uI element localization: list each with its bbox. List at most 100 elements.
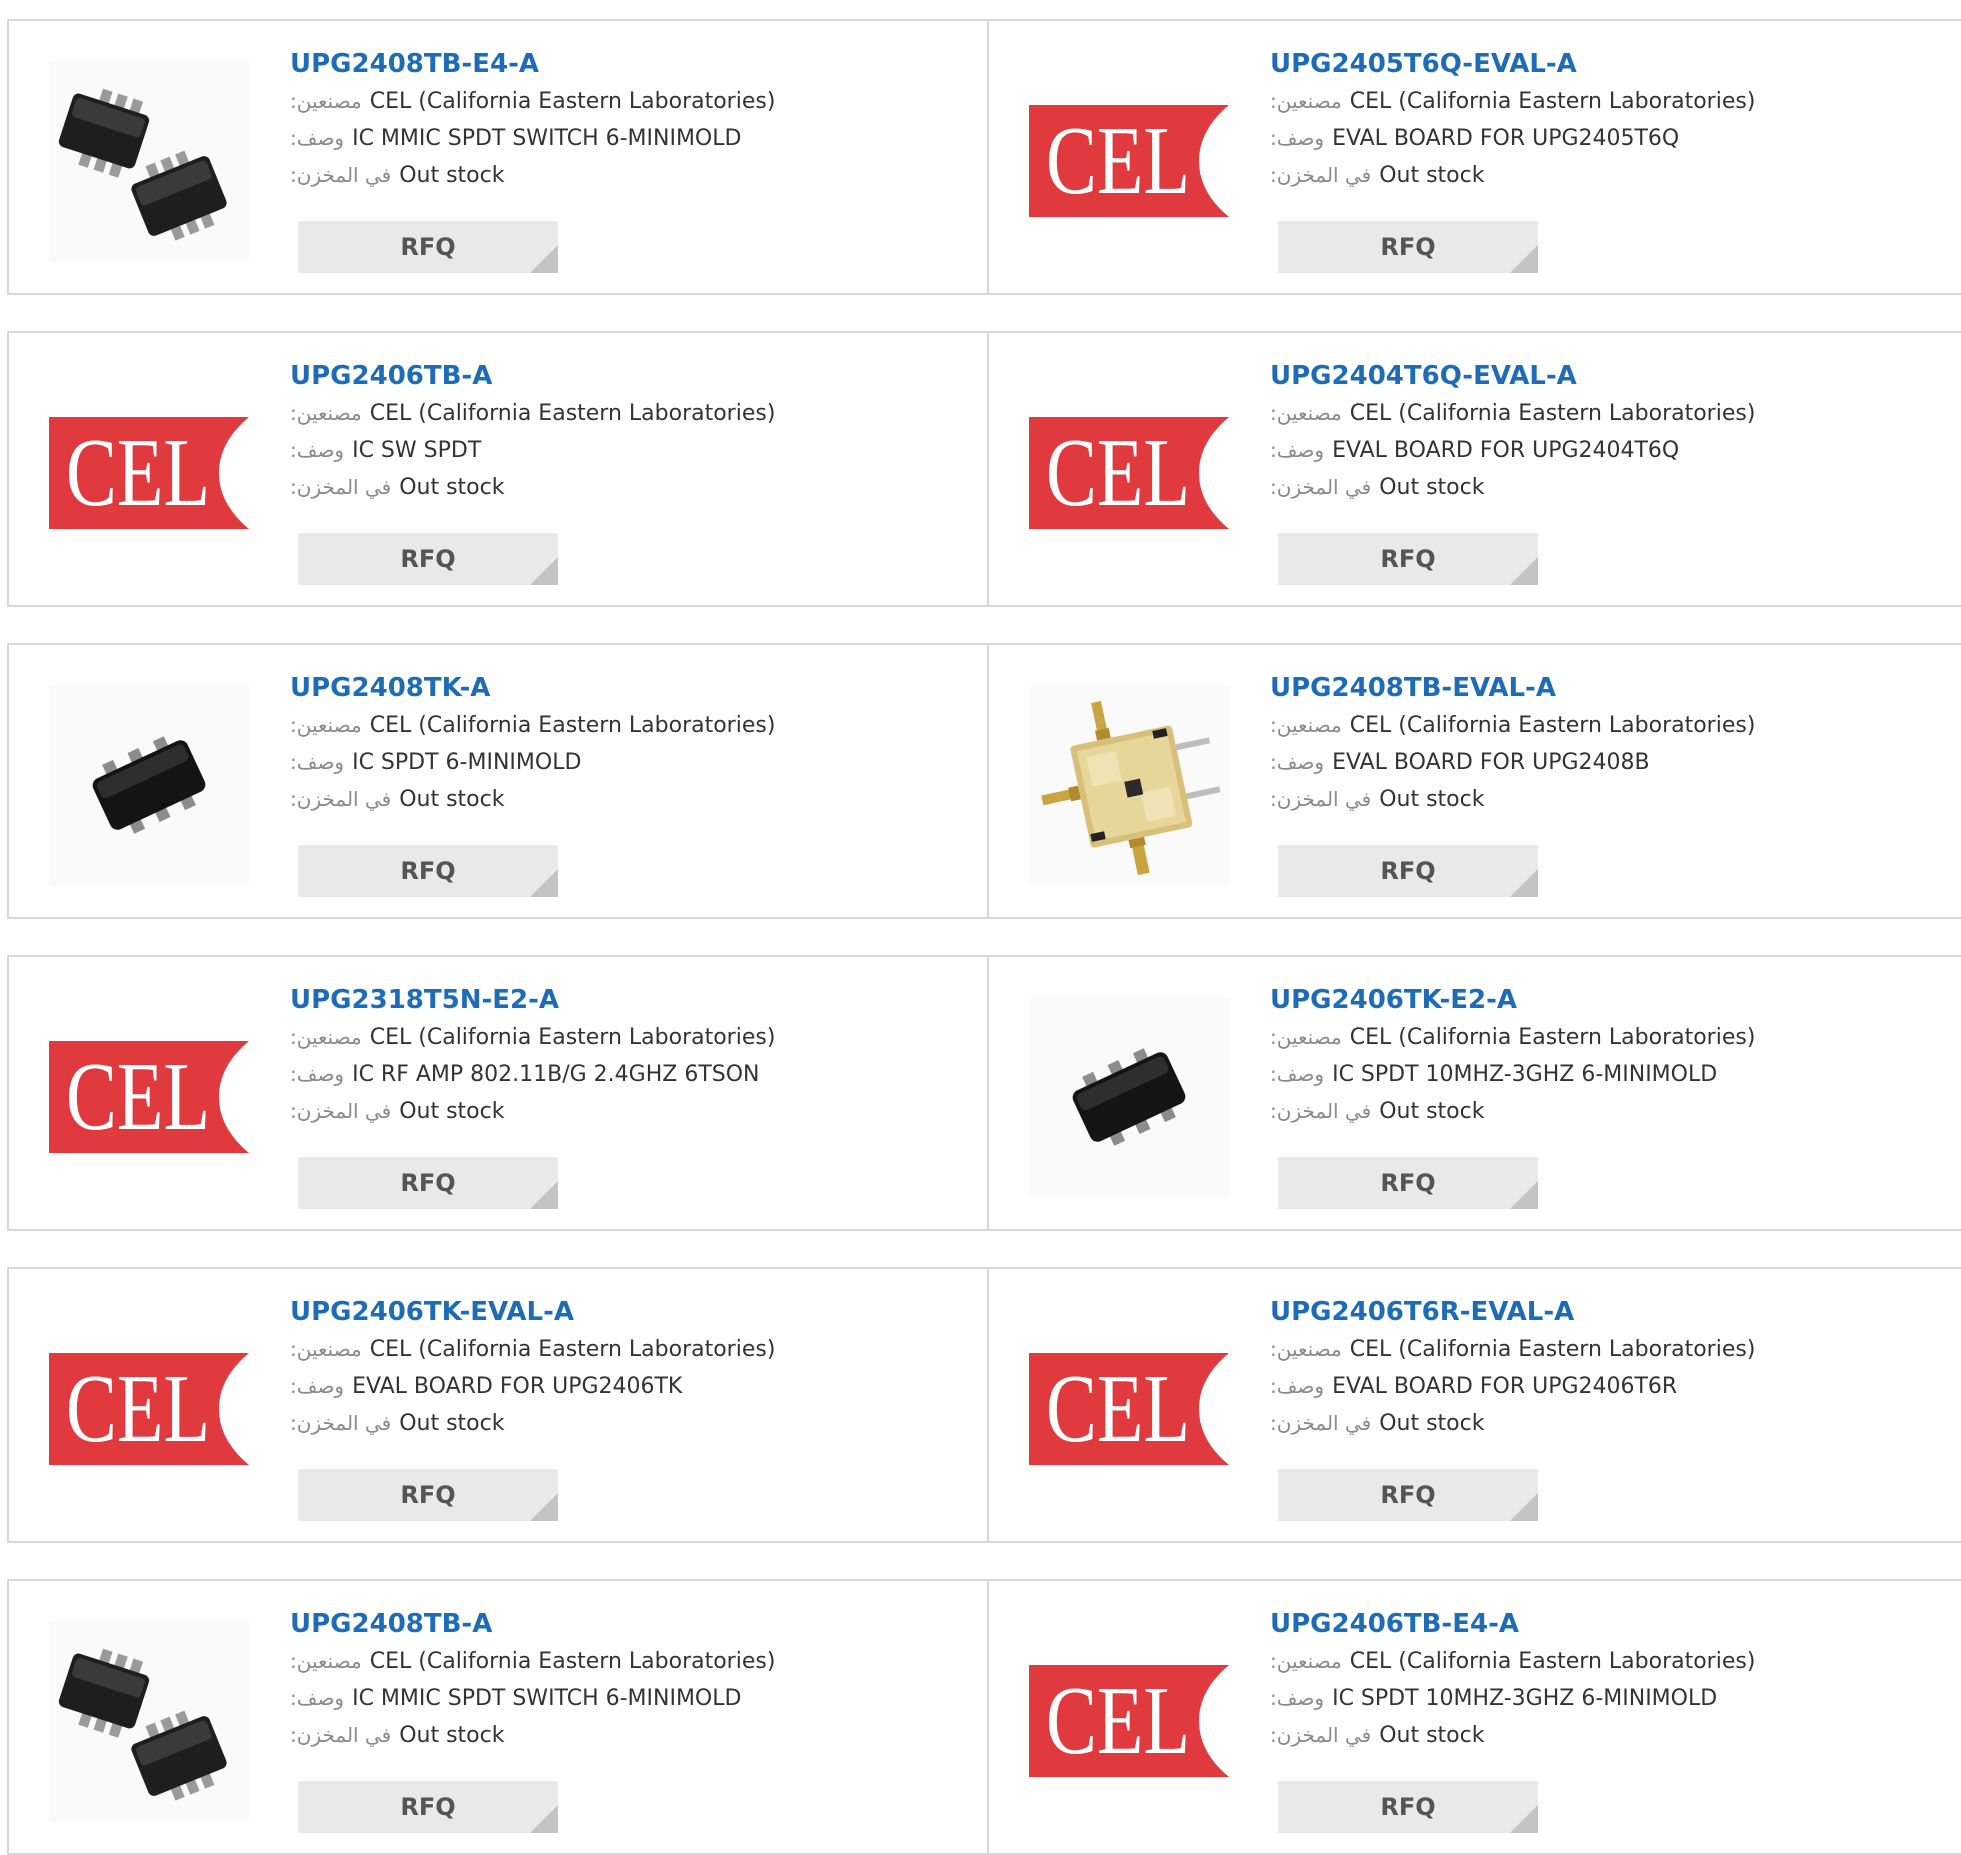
product-info: UPG2408TB-A :مصنعين CEL (California Easte… [290,1605,970,1754]
corner-fold-icon [1510,1805,1538,1833]
corner-fold-icon [1510,245,1538,273]
rfq-button[interactable]: RFQ [298,1469,558,1521]
manufacturer-label: :مصنعين [1270,89,1342,113]
part-number-link[interactable]: UPG2318T5N-E2-A [290,981,970,1019]
description-label: :وصف [290,750,345,774]
cel-logo-icon: CEL [1029,417,1229,529]
rfq-button[interactable]: RFQ [1278,533,1538,585]
description-label: :وصف [290,1062,345,1086]
part-number-link[interactable]: UPG2406T6R-EVAL-A [1270,1293,1950,1331]
rfq-label: RFQ [1380,233,1436,261]
stock-label: :في المخزن [1270,163,1372,187]
description-row: :وصف IC RF AMP 802.11B/G 2.4GHZ 6TSON [290,1056,970,1093]
stock-label: :في المخزن [290,475,392,499]
manufacturer-label: :مصنعين [290,713,362,737]
stock-value: Out stock [1379,1411,1485,1436]
description-label: :وصف [290,1374,345,1398]
description-label: :وصف [290,438,345,462]
rfq-button[interactable]: RFQ [1278,1157,1538,1209]
stock-row: :في المخزن Out stock [290,157,970,194]
description-value: EVAL BOARD FOR UPG2405T6Q [1332,126,1680,151]
rfq-button[interactable]: RFQ [298,533,558,585]
part-number-link[interactable]: UPG2406TK-EVAL-A [290,1293,970,1331]
product-image[interactable]: CEL [1029,373,1229,573]
part-number-link[interactable]: UPG2406TB-E4-A [1270,1605,1950,1643]
rfq-button[interactable]: RFQ [1278,1781,1538,1833]
description-value: IC RF AMP 802.11B/G 2.4GHZ 6TSON [352,1062,760,1087]
product-info: UPG2408TB-E4-A :مصنعين CEL (California Ea… [290,45,970,194]
product-image[interactable]: CEL [49,1309,249,1509]
part-number-link[interactable]: UPG2406TB-A [290,357,970,395]
manufacturer-row: :مصنعين CEL (California Eastern Laborator… [1270,1331,1950,1368]
stock-label: :في المخزن [1270,1099,1372,1123]
stock-value: Out stock [1379,787,1485,812]
rfq-label: RFQ [400,545,456,573]
product-image[interactable] [1029,685,1229,885]
rfq-button[interactable]: RFQ [298,1157,558,1209]
part-number-link[interactable]: UPG2405T6Q-EVAL-A [1270,45,1950,83]
stock-row: :في المخزن Out stock [1270,469,1950,506]
cel-logo-text: CEL [1045,1667,1191,1775]
manufacturer-row: :مصنعين CEL (California Eastern Laborator… [290,1331,970,1368]
cel-logo-icon: CEL [1029,1665,1229,1777]
corner-fold-icon [1510,1181,1538,1209]
manufacturer-row: :مصنعين CEL (California Eastern Laborator… [1270,1019,1950,1056]
rfq-button[interactable]: RFQ [1278,845,1538,897]
part-number-link[interactable]: UPG2404T6Q-EVAL-A [1270,357,1950,395]
product-image[interactable]: CEL [1029,61,1229,261]
description-row: :وصف IC MMIC SPDT SWITCH 6-MINIMOLD [290,120,970,157]
manufacturer-row: :مصنعين CEL (California Eastern Laborator… [290,395,970,432]
corner-fold-icon [530,1805,558,1833]
cel-logo-text: CEL [65,1355,211,1463]
rfq-button[interactable]: RFQ [1278,1469,1538,1521]
part-number-link[interactable]: UPG2408TB-E4-A [290,45,970,83]
rfq-label: RFQ [400,233,456,261]
product-image[interactable]: CEL [1029,1309,1229,1509]
part-number-link[interactable]: UPG2408TB-EVAL-A [1270,669,1950,707]
rfq-label: RFQ [1380,545,1436,573]
product-image[interactable]: CEL [1029,1621,1229,1821]
product-image[interactable] [49,685,249,885]
rfq-button[interactable]: RFQ [298,221,558,273]
part-number-link[interactable]: UPG2406TK-E2-A [1270,981,1950,1019]
cel-logo-icon: CEL [1029,105,1229,217]
manufacturer-value: CEL (California Eastern Laboratories) [369,1337,776,1362]
stock-row: :في المخزن Out stock [1270,1405,1950,1442]
stock-value: Out stock [399,163,505,188]
manufacturer-value: CEL (California Eastern Laboratories) [1349,1025,1756,1050]
part-number-link[interactable]: UPG2408TK-A [290,669,970,707]
part-number-link[interactable]: UPG2408TB-A [290,1605,970,1643]
stock-value: Out stock [399,787,505,812]
cel-logo-text: CEL [65,1043,211,1151]
product-row: CEL UPG2318T5N-E2-A :مصنعين CEL (Californ… [7,955,1961,1231]
product-card: UPG2408TB-EVAL-A :مصنعين CEL (California … [987,645,1961,917]
description-value: IC SPDT 10MHZ-3GHZ 6-MINIMOLD [1332,1686,1718,1711]
description-value: EVAL BOARD FOR UPG2406TK [352,1374,683,1399]
description-value: IC SPDT 10MHZ-3GHZ 6-MINIMOLD [1332,1062,1718,1087]
stock-value: Out stock [399,1411,505,1436]
product-image[interactable]: CEL [49,997,249,1197]
rfq-button[interactable]: RFQ [1278,221,1538,273]
product-card: UPG2408TK-A :مصنعين CEL (California Easte… [9,645,987,917]
rfq-button[interactable]: RFQ [298,1781,558,1833]
description-label: :وصف [1270,126,1325,150]
product-card: CEL UPG2406T6R-EVAL-A :مصنعين CEL (Califo… [987,1269,1961,1541]
stock-value: Out stock [399,475,505,500]
manufacturer-row: :مصنعين CEL (California Eastern Laborator… [290,1643,970,1680]
manufacturer-row: :مصنعين CEL (California Eastern Laborator… [290,1019,970,1056]
manufacturer-row: :مصنعين CEL (California Eastern Laborator… [1270,707,1950,744]
rfq-button[interactable]: RFQ [298,845,558,897]
stock-row: :في المخزن Out stock [290,469,970,506]
stock-label: :في المخزن [1270,787,1372,811]
product-image[interactable] [49,61,249,261]
manufacturer-row: :مصنعين CEL (California Eastern Laborator… [1270,395,1950,432]
description-row: :وصف EVAL BOARD FOR UPG2404T6Q [1270,432,1950,469]
stock-label: :في المخزن [290,1411,392,1435]
product-card: CEL UPG2406TB-E4-A :مصنعين CEL (Californi… [987,1581,1961,1853]
product-image[interactable] [49,1621,249,1821]
description-label: :وصف [1270,1686,1325,1710]
description-value: EVAL BOARD FOR UPG2406T6R [1332,1374,1678,1399]
product-image[interactable] [1029,997,1229,1197]
product-image[interactable]: CEL [49,373,249,573]
product-card: UPG2408TB-A :مصنعين CEL (California Easte… [9,1581,987,1853]
